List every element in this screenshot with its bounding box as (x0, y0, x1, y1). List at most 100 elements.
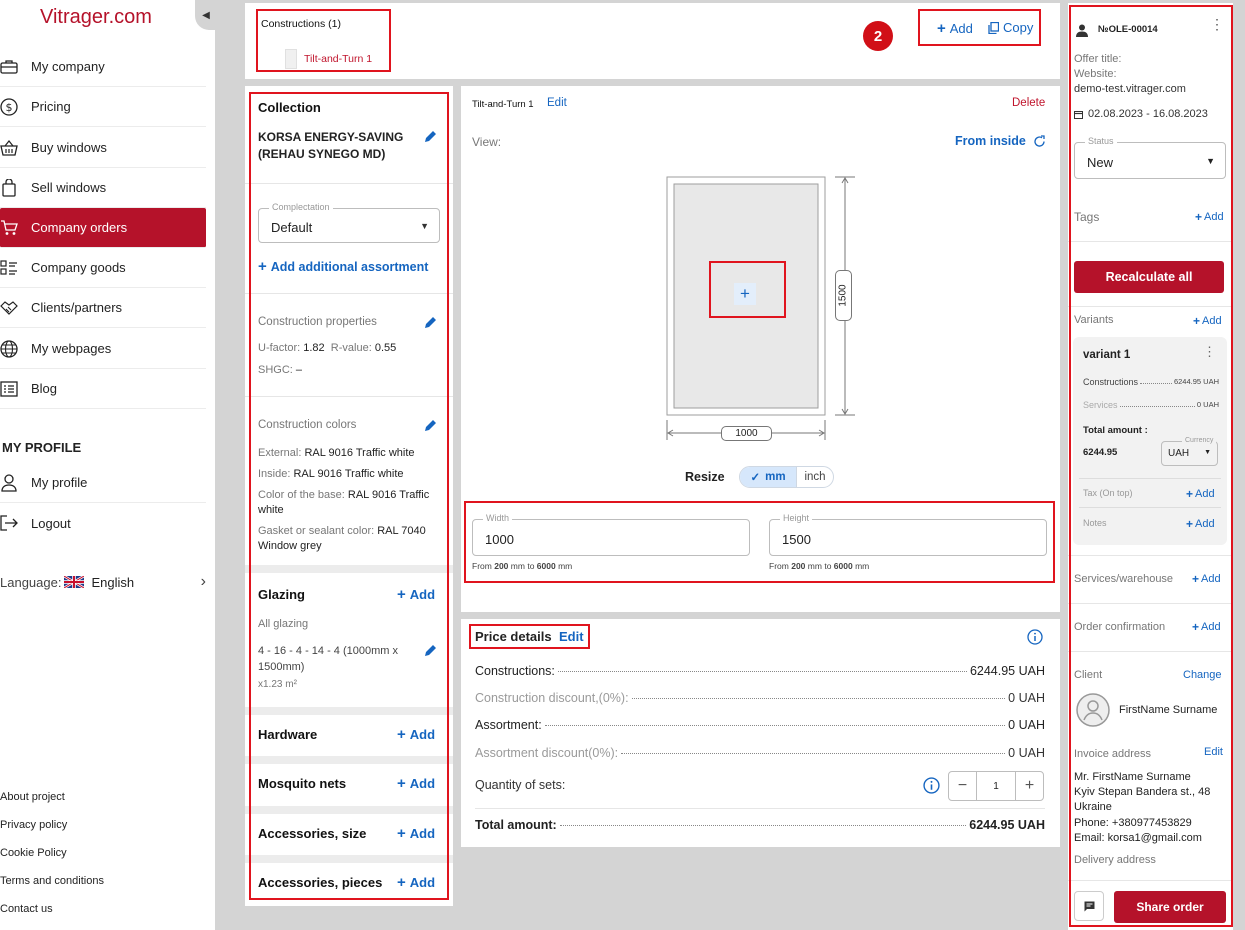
price-details-panel: Price details Edit (461, 619, 1060, 847)
sidebar-item-company-goods[interactable]: Company goods (0, 248, 206, 288)
currency-label: Currency (1182, 437, 1217, 444)
sidebar-item-pricing[interactable]: $ Pricing (0, 87, 206, 127)
variant-card[interactable]: variant 1 ⋮ Constructions 6244.95 UAH Ser… (1073, 337, 1227, 545)
construction-tab[interactable]: Tilt-and-Turn 1 (304, 53, 372, 65)
add-assortment-button[interactable]: + Add additional assortment (258, 258, 428, 275)
language-label: Language: (0, 574, 62, 590)
edit-colors-pencil-icon[interactable] (424, 418, 438, 432)
add-acc-pieces-button[interactable]: + Add (397, 874, 435, 891)
shgc-row: SHGC: – (258, 364, 303, 376)
currency-value: UAH (1168, 448, 1190, 459)
confirmation-label: Order confirmation (1074, 621, 1166, 633)
order-menu-icon[interactable]: ⋮ (1210, 17, 1224, 31)
add-confirmation-button[interactable]: + Add (1192, 620, 1221, 634)
delivery-label: Delivery address (1074, 854, 1156, 866)
add-hardware-button[interactable]: + Add (397, 726, 435, 743)
sidebar-item-label: Logout (31, 515, 71, 531)
offer-title-label: Offer title: (1074, 53, 1122, 65)
width-dimension-badge[interactable]: 1000 (721, 426, 772, 441)
properties-heading: Construction properties (258, 316, 377, 328)
invoice-address: Mr. FirstName Surname Kyiv Stepan Bander… (1074, 771, 1211, 844)
footer-link-contact[interactable]: Contact us (0, 903, 53, 915)
variant-menu-icon[interactable]: ⋮ (1203, 345, 1216, 358)
dropdown-arrow-icon: ▼ (420, 221, 429, 231)
variant-total-label: Total amount : (1083, 425, 1148, 436)
price-row-constructions: Constructions: 6244.95 UAH (475, 664, 1045, 678)
change-client-link[interactable]: Change (1183, 669, 1222, 681)
share-order-button[interactable]: Share order (1114, 891, 1226, 923)
logo[interactable]: Vitrager.com (40, 6, 152, 29)
footer-link-about[interactable]: About project (0, 791, 65, 803)
sidebar-item-my-company[interactable]: My company (0, 47, 206, 87)
chat-button[interactable] (1074, 891, 1104, 921)
glazing-sub: All glazing (258, 618, 309, 630)
chevron-right-icon: › (200, 573, 206, 590)
sidebar-item-label: My profile (31, 475, 88, 490)
divider (1068, 651, 1233, 652)
footer-link-cookie[interactable]: Cookie Policy (0, 847, 67, 859)
view-value: From inside (955, 134, 1026, 148)
footer-link-terms[interactable]: Terms and conditions (0, 875, 104, 887)
edit-invoice-link[interactable]: Edit (1204, 746, 1223, 758)
add-mosquito-button[interactable]: + Add (397, 775, 435, 792)
sidebar-item-logout[interactable]: Logout (0, 503, 206, 543)
quantity-increase-button[interactable]: + (1015, 772, 1043, 800)
add-construction-button[interactable]: + Add (937, 20, 973, 37)
logout-icon (0, 514, 18, 532)
handshake-icon (0, 299, 18, 317)
edit-price-link[interactable]: Edit (559, 629, 584, 644)
status-select[interactable]: Status New ▼ (1074, 136, 1226, 179)
recalculate-all-button[interactable]: Recalculate all (1074, 261, 1224, 293)
add-acc-size-button[interactable]: + Add (397, 825, 435, 842)
edit-glazing-pencil-icon[interactable] (424, 643, 438, 657)
edit-collection-pencil-icon[interactable] (424, 129, 438, 143)
edit-construction-link[interactable]: Edit (547, 97, 567, 109)
variant-services-row: Services 0 UAH (1083, 400, 1219, 410)
sidebar-item-my-webpages[interactable]: My webpages (0, 329, 206, 369)
add-tax-button[interactable]: + Add (1186, 487, 1215, 501)
add-sash-button[interactable]: + (734, 283, 756, 305)
unit-toggle[interactable]: ✓ mm inch (739, 466, 834, 488)
divider (1079, 507, 1221, 508)
sidebar-item-label: Company orders (31, 220, 128, 235)
footer-link-privacy[interactable]: Privacy policy (0, 819, 67, 831)
add-tag-button[interactable]: + Add (1195, 210, 1224, 224)
copy-label: Copy (1003, 20, 1034, 35)
sidebar-item-label: Company goods (31, 260, 126, 275)
add-variant-button[interactable]: + Add (1193, 314, 1222, 328)
height-input[interactable]: Height 1500 (769, 513, 1047, 556)
edit-properties-pencil-icon[interactable] (424, 315, 438, 329)
width-input[interactable]: Width 1000 (472, 513, 750, 556)
height-dimension-badge[interactable]: 1500 (835, 270, 852, 321)
quantity-stepper[interactable]: − 1 + (948, 771, 1044, 801)
currency-select[interactable]: Currency UAH ▼ (1161, 437, 1218, 466)
sidebar-item-sell-windows[interactable]: Sell windows (0, 168, 206, 208)
quantity-decrease-button[interactable]: − (949, 772, 977, 800)
delete-construction-link[interactable]: Delete (1012, 97, 1045, 109)
price-heading: Price details (475, 629, 552, 644)
unit-mm-option[interactable]: ✓ mm (740, 467, 796, 487)
add-notes-button[interactable]: + Add (1186, 517, 1215, 531)
order-dates: 02.08.2023 - 16.08.2023 (1074, 108, 1208, 120)
view-toggle[interactable]: From inside (955, 134, 1046, 148)
language-selector[interactable]: Language: English › (0, 573, 206, 591)
quantity-info-icon[interactable] (923, 777, 940, 794)
quantity-value[interactable]: 1 (977, 781, 1015, 792)
divider (1079, 478, 1221, 479)
website-value[interactable]: demo-test.vitrager.com (1074, 83, 1186, 95)
mosquito-heading: Mosquito nets (258, 776, 347, 791)
sidebar-item-blog[interactable]: Blog (0, 369, 206, 409)
unit-inch-option[interactable]: inch (796, 467, 833, 487)
add-glazing-button[interactable]: + Add (397, 586, 435, 603)
sidebar-item-buy-windows[interactable]: Buy windows (0, 128, 206, 168)
collapse-sidebar-button[interactable]: ◀ (195, 0, 217, 30)
add-label: Add (949, 21, 973, 36)
sidebar-item-my-profile[interactable]: My profile (0, 463, 206, 503)
info-icon[interactable] (1027, 629, 1043, 645)
sidebar-item-clients-partners[interactable]: Clients/partners (0, 288, 206, 328)
sidebar-item-company-orders[interactable]: Company orders (0, 208, 206, 248)
copy-construction-button[interactable]: Copy (988, 20, 1033, 35)
add-services-button[interactable]: + Add (1192, 572, 1221, 586)
complectation-select[interactable]: Complectation Default ▼ (258, 202, 440, 243)
tags-label: Tags (1074, 210, 1100, 224)
